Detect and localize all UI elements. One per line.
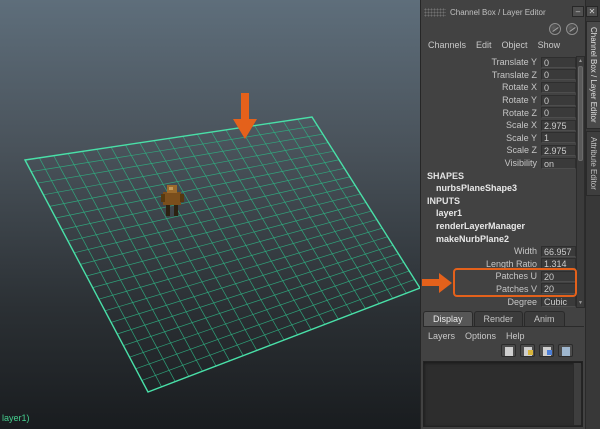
channel-row-rotate-z: Rotate Z0 [423,106,576,119]
channel-value-field[interactable]: on [541,157,576,169]
panel-titlebar[interactable]: Channel Box / Layer Editor [424,6,581,19]
tab-render[interactable]: Render [473,311,524,326]
channel-label[interactable]: Rotate Z [423,108,541,118]
channel-row-rotate-y: Rotate Y0 [423,94,576,107]
side-tab-channel-box-layer-editor[interactable]: Channel Box / Layer Editor [586,21,600,129]
section-header-shapes: SHAPES [427,170,465,181]
scroll-up-icon[interactable]: ▲ [577,57,584,65]
channel-row-translate-y: Translate Y0 [423,56,576,69]
layer-editor-toolbar [501,344,573,357]
channel-value-field[interactable]: 0 [541,94,576,106]
channel-speed-fast-icon[interactable] [566,23,578,35]
3d-viewport[interactable]: layer1) [0,0,420,429]
window-controls: – ✕ [572,6,598,17]
channel-value-field[interactable]: 20 [541,270,576,282]
channel-box-menubar: Channels Edit Object Show [428,40,560,50]
layer-editor-tabs: Display Render Anim [423,311,584,327]
channelbox-menu-edit[interactable]: Edit [476,40,492,50]
channel-label[interactable]: Scale Z [423,145,541,155]
channel-row-patches-v: Patches V 20 [423,283,576,296]
channel-value-field[interactable]: 1.314 [541,258,576,270]
channel-label[interactable]: Patches V [423,284,541,294]
channel-value-field[interactable]: 66.957 [541,245,576,257]
channel-box-list: Translate Y 0 Translate Z 0 Rotate X 0 Rotate … [423,56,577,308]
channel-label[interactable]: Length Ratio [423,259,541,269]
nurbs-plane-grid[interactable] [0,0,420,429]
channel-row-scale-x: Scale X 2.975 [423,119,576,132]
channel-row-rotate-x: Rotate X0 [423,81,576,94]
channel-label[interactable]: Translate Z [423,70,541,80]
channel-row-width: Width 66.957 [423,245,576,258]
create-layer-from-selected-icon[interactable] [520,344,535,357]
create-render-layer-icon[interactable] [539,344,554,357]
channelbox-menu-object[interactable]: Object [502,40,528,50]
layer-options-icon[interactable] [558,344,573,357]
channel-value-field[interactable]: Cubic [541,296,576,308]
create-empty-layer-icon[interactable] [501,344,516,357]
channel-box-panel: Channel Box / Layer Editor Channels Edit O… [420,0,585,429]
channel-value-field[interactable]: 0 [541,107,576,119]
channel-value-field[interactable]: 1 [541,132,576,144]
layers-menu-layers[interactable]: Layers [428,331,455,341]
channel-label[interactable]: Degree [423,297,541,307]
close-icon[interactable]: ✕ [586,6,598,17]
channel-row-patches-u: Patches U 20 [423,270,576,283]
channel-value-field[interactable]: 2.975 [541,144,576,156]
channel-row-degree: Degree Cubic [423,295,576,308]
channel-label[interactable]: Width [423,246,541,256]
channel-row-scale-z: Scale Z 2.975 [423,144,576,157]
side-tab-strip: Channel Box / Layer Editor Attribute Edit… [585,0,600,429]
layers-menu-help[interactable]: Help [506,331,525,341]
layer-editor-menubar: Layers Options Help [428,331,525,341]
annotation-arrow-down [233,93,257,139]
tab-anim[interactable]: Anim [524,311,565,326]
channel-row-translate-z: Translate Z0 [423,69,576,82]
minimize-icon[interactable]: – [572,6,584,17]
node-nurbsplaneshape3[interactable]: nurbsPlaneShape3 [423,182,576,195]
channel-value-field[interactable]: 0 [541,56,576,68]
channel-label[interactable]: Scale X [423,120,541,130]
section-header-inputs: INPUTS [427,195,461,206]
channel-label[interactable]: Rotate X [423,82,541,92]
channel-label[interactable]: Patches U [423,271,541,281]
channel-label[interactable]: Scale Y [423,133,541,143]
channel-row-visibility: Visibility on [423,157,576,170]
layer-list-scrollbar[interactable] [573,363,581,425]
channel-value-field[interactable]: 2.975 [541,119,576,131]
side-tabs: Channel Box / Layer Editor Attribute Edit… [586,21,600,196]
scrollbar-thumb[interactable] [578,66,583,161]
channel-row-scale-y: Scale Y1 [423,132,576,145]
channel-label[interactable]: Rotate Y [423,95,541,105]
drag-grip-icon[interactable] [424,8,446,17]
node-renderlayermanager[interactable]: renderLayerManager [423,220,576,233]
channel-speed-slow-icon[interactable] [549,23,561,35]
node-layer1[interactable]: layer1 [423,207,576,220]
panel-title: Channel Box / Layer Editor [450,8,546,17]
channel-row-length-ratio: Length Ratio 1.314 [423,258,576,271]
scroll-down-icon[interactable]: ▼ [577,299,584,307]
channel-label[interactable]: Visibility [423,158,541,168]
tab-display[interactable]: Display [423,311,473,326]
channelbox-menu-show[interactable]: Show [538,40,561,50]
side-tab-attribute-editor[interactable]: Attribute Editor [586,130,600,196]
channel-label[interactable]: Translate Y [423,57,541,67]
channel-box-scrollbar[interactable]: ▲ ▼ [576,56,585,308]
channel-value-field[interactable]: 0 [541,81,576,93]
character-model[interactable] [161,185,184,216]
layer-list[interactable] [423,361,583,427]
layers-menu-options[interactable]: Options [465,331,496,341]
channel-value-field[interactable]: 0 [541,69,576,81]
channel-value-field[interactable]: 20 [541,283,576,295]
channelbox-menu-channels[interactable]: Channels [428,40,466,50]
node-makenurbplane2[interactable]: makeNurbPlane2 [423,232,576,245]
viewport-layer-label: layer1) [2,413,30,423]
channel-speed-controls [549,23,578,35]
